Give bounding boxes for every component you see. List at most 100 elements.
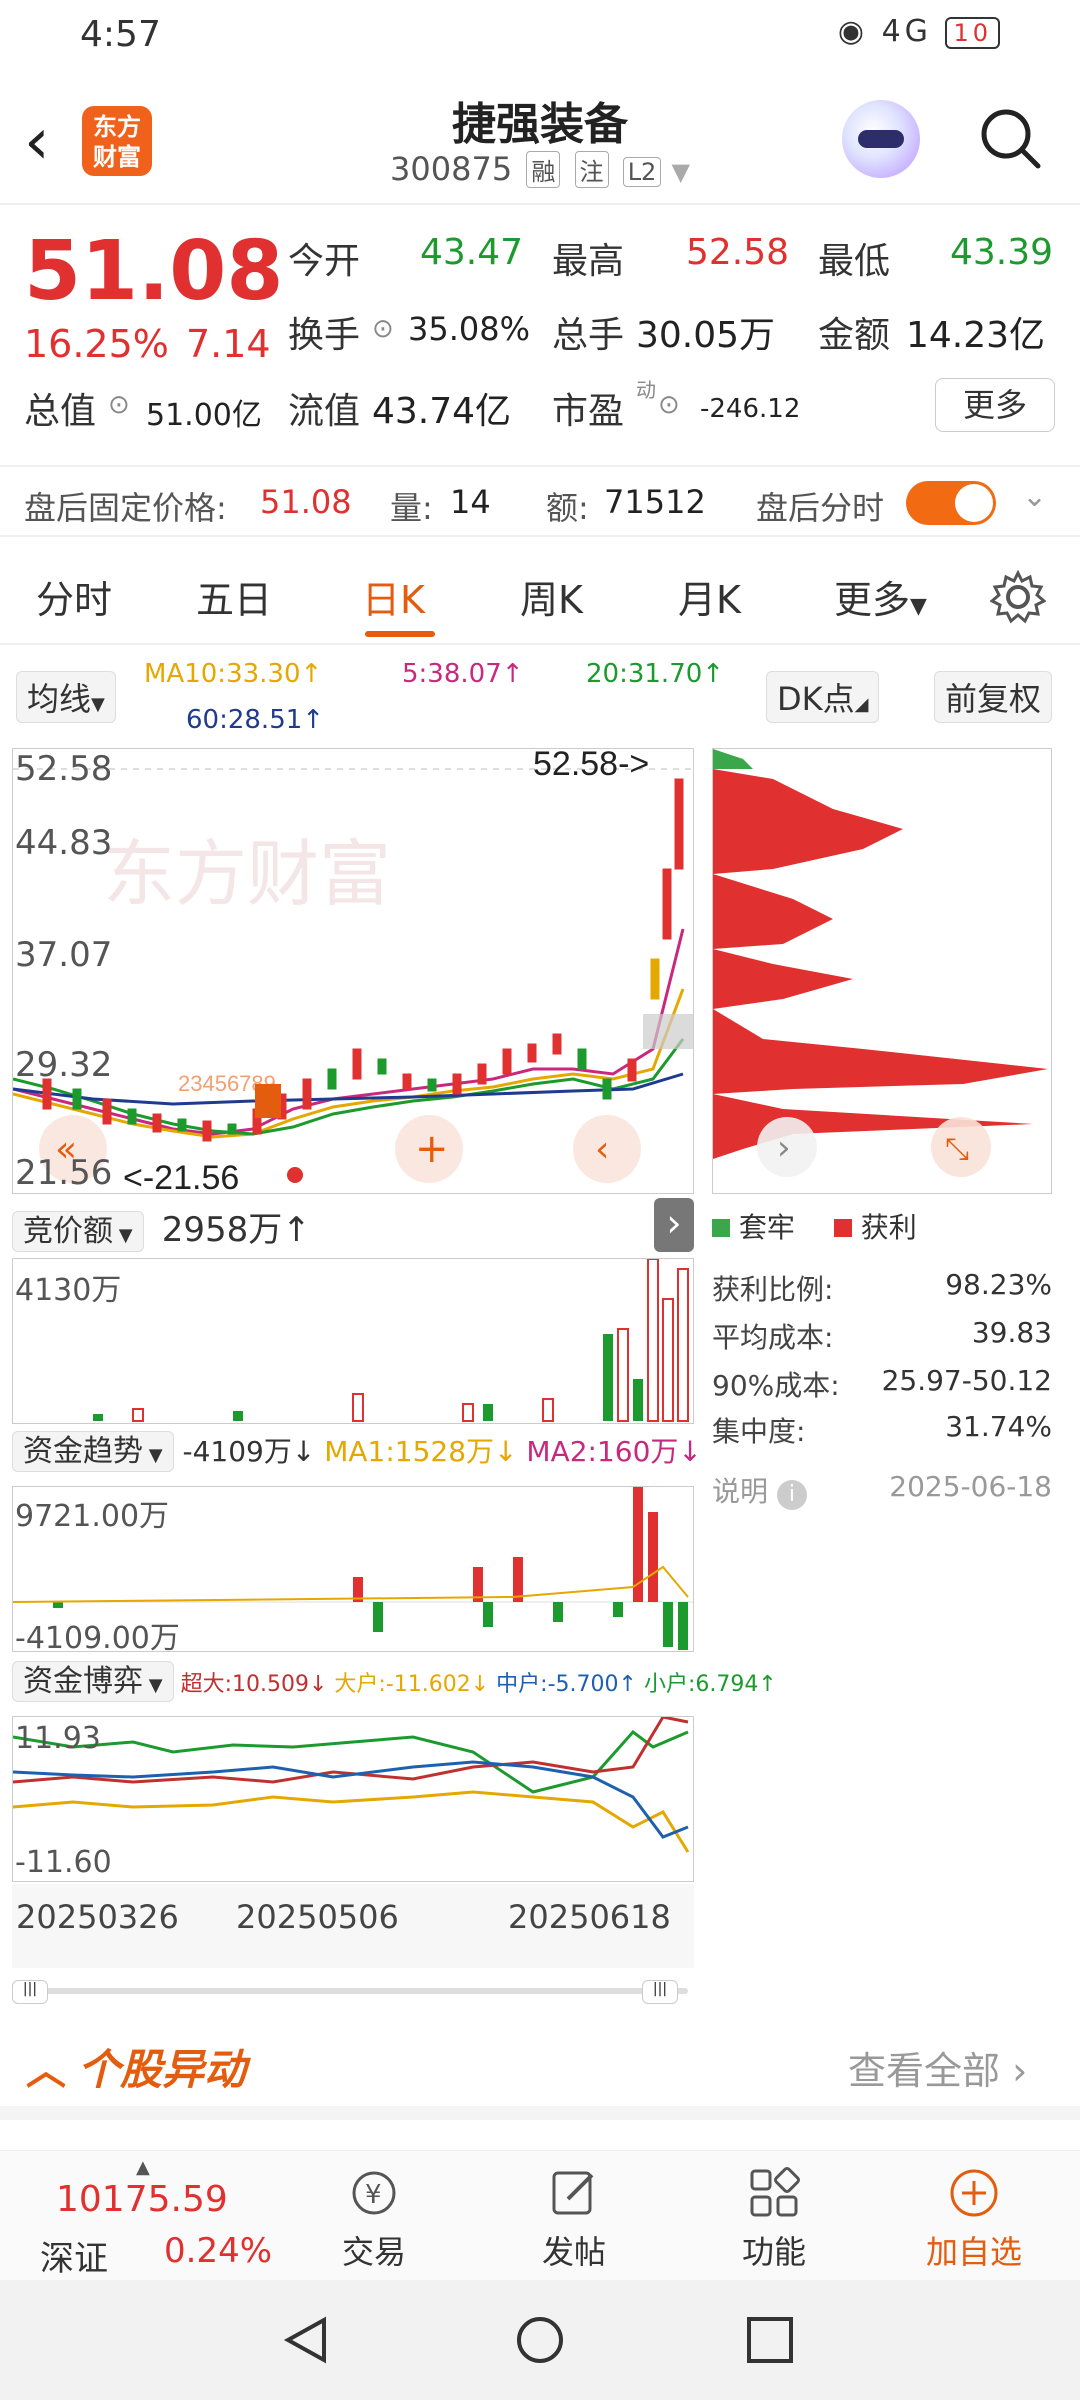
tab-daily-k[interactable]: 日K [362,569,425,624]
tab-5day[interactable]: 五日 [196,569,272,624]
after-hours-toggle[interactable] [906,481,996,525]
dk-point-button[interactable]: DK点◢ [766,671,880,723]
fund-trend-selector[interactable]: 资金趋势 ▼ [12,1431,174,1472]
indicator-selector[interactable]: 均线▼ [16,671,116,723]
stock-code: 300875 [390,150,513,188]
open-label: 今开 [288,241,361,282]
fund-bottom: -4109.00万 [15,1621,180,1656]
candlestick-chart[interactable]: 东方财富 52.58-> <-21.56 23456789 « + ‹ 52.5… [12,745,694,1197]
auction-selector[interactable]: 竞价额 ▼ [12,1211,144,1252]
chevron-down-icon[interactable]: ⌄ [1022,479,1047,514]
see-all-link[interactable]: 查看全部 › [848,2040,1027,2095]
ah-qty: 14 [450,483,491,521]
chip-distribution[interactable]: › ⤡ [712,748,1052,1194]
ma60-value: 60:28.51↑ [186,705,325,735]
svg-text:⤡: ⤡ [945,1132,969,1167]
settings-gear-icon[interactable] [990,569,1046,625]
tag-margin: 融 [526,151,561,188]
max-marker: 52.58-> [533,749,649,783]
svg-text:›: › [777,1128,791,1168]
date-1: 20250506 [236,1898,399,1936]
concentration-value: 31.74% [945,1410,1052,1443]
chip-legend: 套牢 获利 [712,1206,917,1246]
ah-price-label: 盘后固定价格: [24,489,227,527]
amount-value: 14.23亿 [906,315,1046,356]
recents-square-icon[interactable] [744,2314,796,2366]
assistant-eyes-icon [858,130,904,148]
nav-add-watchlist[interactable]: 加自选 [894,2151,1054,2281]
date-axis: 20250326 20250506 20250618 [12,1884,694,1968]
nav-trade[interactable]: ¥ 交易 [294,2151,454,2281]
ma20-value: 20:31.70↑ [586,659,725,689]
auction-max: 4130万 [15,1273,122,1308]
fund-game-chart[interactable]: 11.93 -11.60 [12,1715,694,1882]
slider-left-handle[interactable]: ||| [12,1980,48,2004]
date-0: 20250326 [16,1898,179,1936]
home-circle-icon[interactable] [514,2314,566,2366]
chevron-down-icon[interactable]: ▼ [672,158,690,186]
edit-icon [552,2171,594,2215]
float-label: 流值 [288,391,361,432]
pe-label: 市盈 [552,391,625,432]
back-triangle-icon[interactable] [280,2314,332,2366]
fund-ma1: MA1:1528万↓ [324,1435,518,1468]
amount-label: 金额 [818,315,891,356]
legend-trap: 套牢 [738,1211,795,1244]
big-holder: 大户:-11.602↓ [334,1672,490,1697]
index-value: 10175.59 [56,2179,228,2220]
system-nav-bar [0,2280,1080,2400]
nav-post[interactable]: 发帖 [494,2151,654,2281]
tab-monthly-k[interactable]: 月K [678,569,741,624]
tab-more[interactable]: 更多▼ [834,569,927,624]
index-pct: 0.24% [164,2231,273,2271]
candles [42,778,684,1142]
range-slider[interactable]: ||| ||| [12,1980,688,2004]
adjust-button[interactable]: 前复权 [934,671,1053,723]
turnover-label: 换手 [288,315,361,356]
ma-legend-row: 均线▼ MA10:33.30↑ 5:38.07↑ 20:31.70↑ 60:28… [0,655,1080,745]
low-value: 43.39 [950,232,1054,273]
nav-functions[interactable]: 功能 [694,2151,854,2281]
mcap-value: 51.00亿 [146,398,262,433]
after-hours-bar: 盘后固定价格: 51.08 量: 14 额: 71512 盘后分时 ⌄ [0,465,1080,537]
anomaly-section: ︿ 个股异动 查看全部 › [0,2020,1080,2120]
slider-right-handle[interactable]: ||| [642,1980,678,2004]
cost90-label: 90%成本: [712,1369,840,1402]
chevron-up-icon[interactable]: ︿ [26,2038,66,2096]
stock-code-row: 300875 融 注 L2 ▼ [0,150,1080,188]
signal-icon: 4G [881,14,932,49]
more-button[interactable]: 更多 [935,378,1055,432]
small-holder: 小户:6.794↑ [643,1672,777,1697]
last-price: 51.08 [24,224,284,319]
y-label-4: 21.56 [15,1153,113,1193]
min-marker: <-21.56 [123,1159,239,1193]
y-label-0: 52.58 [15,749,113,789]
profit-ratio-value: 98.23% [945,1268,1052,1301]
tab-intraday[interactable]: 分时 [36,569,112,624]
fund-trend-row: 资金趋势 ▼ -4109万↓ MA1:1528万↓ MA2:160万↓ [12,1426,702,1472]
status-time: 4:57 [80,14,161,55]
info-icon[interactable]: ⊙ [372,314,394,344]
fund-game-row: 资金博弈 ▼ 超大:10.509↓ 大户:-11.602↓ 中户:-5.700↑… [12,1656,777,1702]
profit-ratio-label: 获利比例: [712,1273,834,1306]
chip-date: 2025-06-18 [889,1470,1052,1503]
legend-swatch-green [712,1219,730,1237]
info-icon[interactable]: ⊙ [658,390,680,420]
tag-note: 注 [574,151,609,188]
y-label-1: 44.83 [15,823,113,863]
fund-trend-chart[interactable]: 9721.00万 -4109.00万 [12,1486,694,1656]
chip-histogram: › ⤡ [713,749,1048,1177]
auction-volume-chart[interactable]: 4130万 [12,1258,694,1424]
info-icon[interactable]: ⊙ [108,390,130,420]
fund-game-selector[interactable]: 资金博弈 ▼ [12,1661,174,1702]
index-ticker[interactable]: ▲ 10175.59 深证 0.24% [0,2151,290,2281]
volume-value: 30.05万 [636,315,776,356]
active-tab-indicator [365,631,435,637]
search-icon[interactable] [978,106,1042,170]
ah-amt-label: 额: [546,489,589,527]
change-pct: 16.25% [24,322,169,366]
tab-weekly-k[interactable]: 周K [520,569,583,624]
expand-panel-icon[interactable]: › [654,1198,694,1252]
svg-text:+: + [415,1126,449,1172]
note-link[interactable]: 说明 i [712,1470,807,1510]
